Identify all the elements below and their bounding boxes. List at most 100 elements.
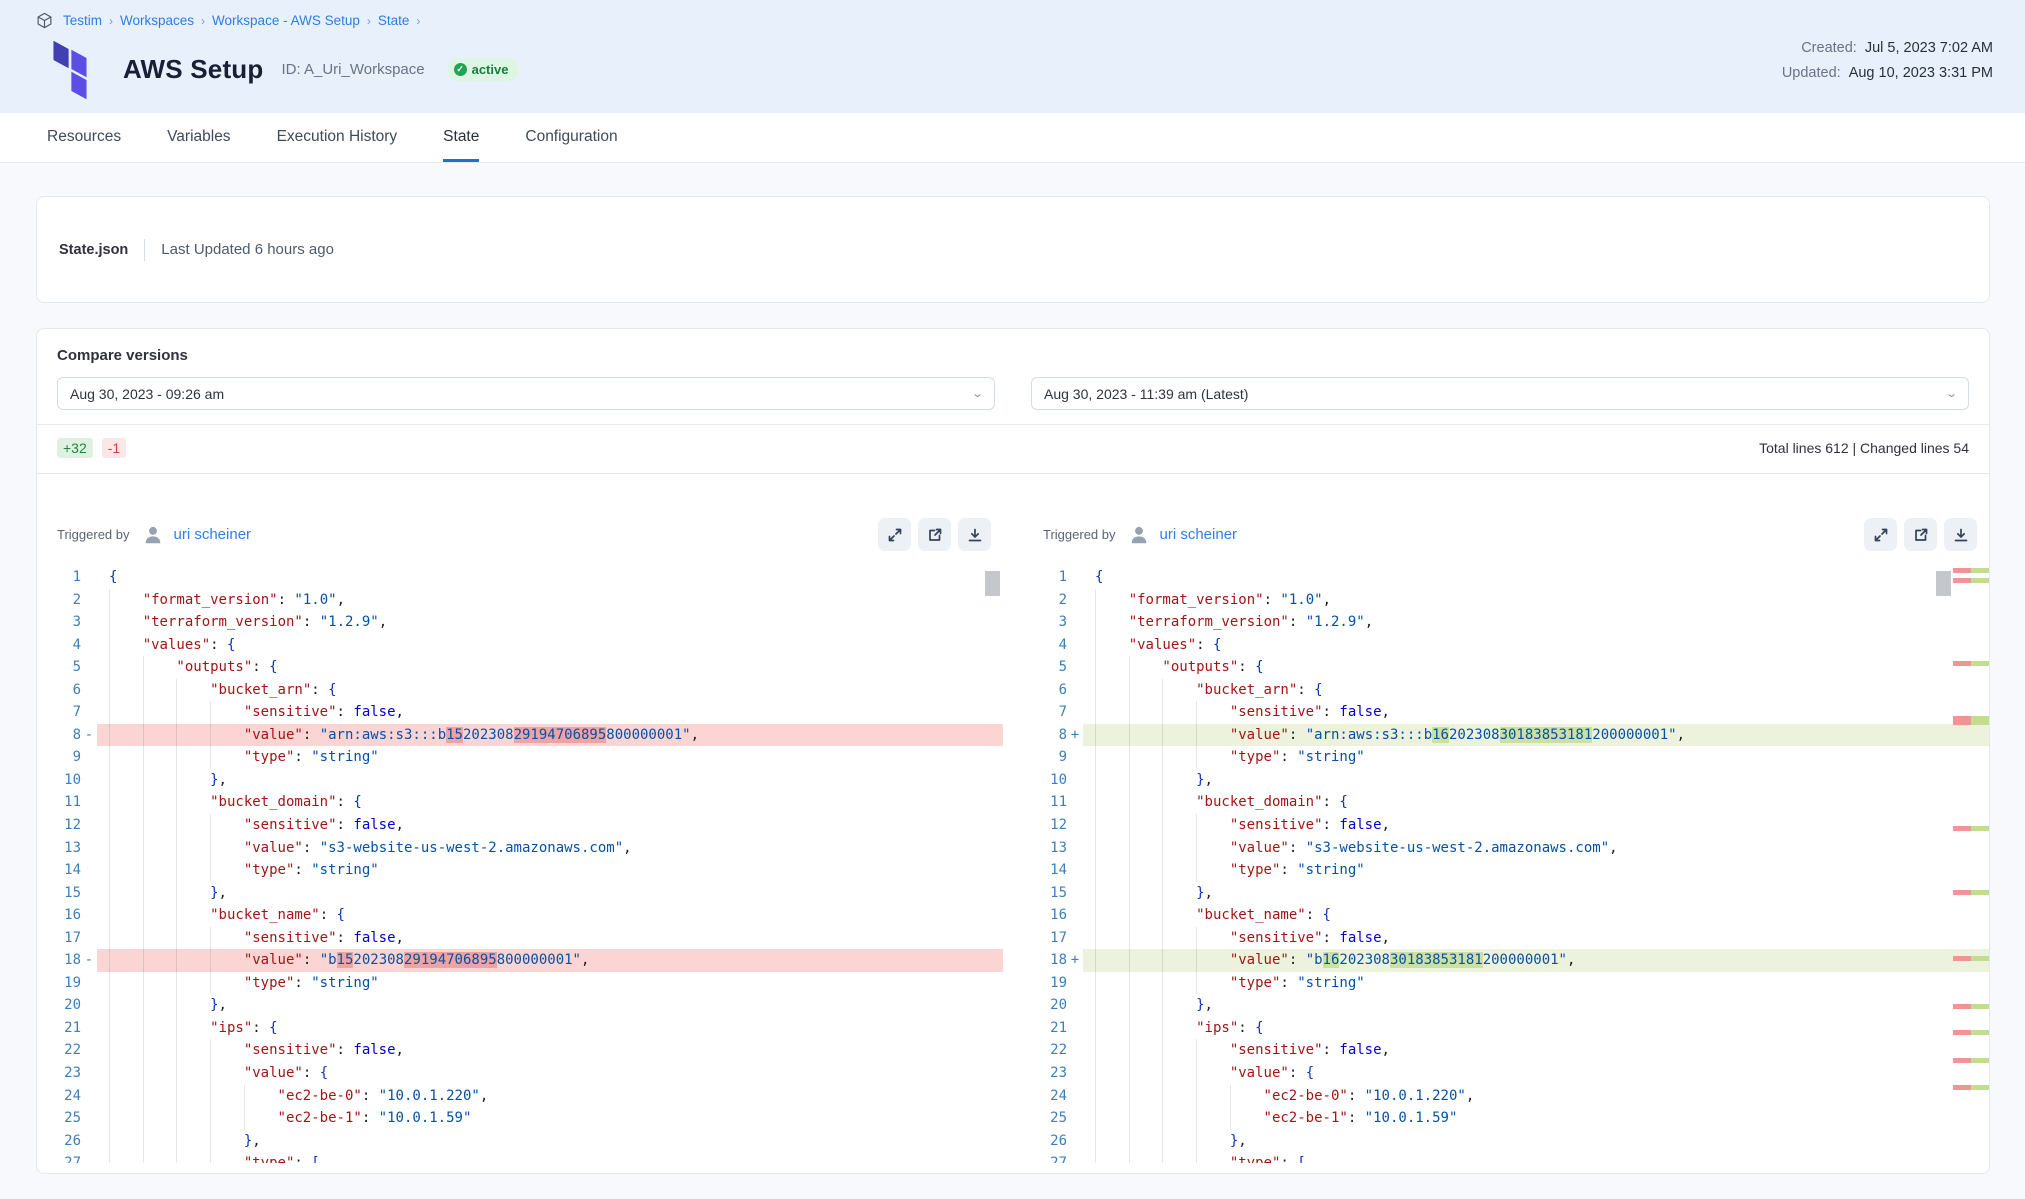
- breadcrumb-link[interactable]: State: [378, 13, 410, 28]
- tab-state[interactable]: State: [443, 113, 479, 162]
- indent-guide: [1095, 1017, 1129, 1040]
- code-line: 15},: [37, 882, 1003, 905]
- open-external-button[interactable]: [918, 518, 951, 551]
- line-number: 18: [1023, 949, 1067, 972]
- indent-guide: [210, 837, 244, 860]
- indent-guide: [1129, 972, 1163, 995]
- diff-sign: [81, 1039, 97, 1062]
- indent-guide: [176, 769, 210, 792]
- code-line: 13"value": "s3-website-us-west-2.amazona…: [37, 837, 1003, 860]
- indent-guide: [1129, 1085, 1163, 1108]
- page-title: AWS Setup: [123, 54, 263, 85]
- code-editor-right[interactable]: 1{2"format_version": "1.0",3"terraform_v…: [1023, 566, 1989, 1163]
- version-select-left[interactable]: Aug 30, 2023 - 09:26 am ⌄: [57, 377, 995, 410]
- download-button[interactable]: [1944, 518, 1977, 551]
- tab-execution-history[interactable]: Execution History: [277, 113, 398, 162]
- code-line: 16"bucket_name": {: [37, 904, 1003, 927]
- workspace-id: ID: A_Uri_Workspace: [281, 61, 424, 78]
- indent-guide: [109, 1085, 143, 1108]
- tab-resources[interactable]: Resources: [47, 113, 121, 162]
- indent-guide: [1196, 1152, 1230, 1163]
- indent-guide: [1162, 837, 1196, 860]
- diff-sign: [1067, 972, 1083, 995]
- indent-guide: [1095, 611, 1129, 634]
- version-select-right[interactable]: Aug 30, 2023 - 11:39 am (Latest) ⌄: [1031, 377, 1969, 410]
- indent-guide: [210, 1107, 244, 1130]
- indent-guide: [143, 769, 177, 792]
- line-number: 6: [37, 679, 81, 702]
- indent-guide: [1095, 1085, 1129, 1108]
- diff-sign: [1067, 1152, 1083, 1163]
- scrollbar-thumb[interactable]: [985, 571, 1000, 596]
- indent-guide: [1196, 1085, 1230, 1108]
- indent-guide: [1129, 656, 1163, 679]
- line-number: 23: [1023, 1062, 1067, 1085]
- line-number: 11: [1023, 791, 1067, 814]
- indent-guide: [1196, 949, 1230, 972]
- breadcrumb-link[interactable]: Workspaces: [120, 13, 194, 28]
- diff-totals: Total lines 612 | Changed lines 54: [1759, 440, 1969, 456]
- indent-guide: [210, 1130, 244, 1153]
- line-number: 19: [37, 972, 81, 995]
- indent-guide: [1095, 927, 1129, 950]
- expand-button[interactable]: [878, 518, 911, 551]
- code-line: 5"outputs": {: [1023, 656, 1989, 679]
- code-line: 25"ec2-be-1": "10.0.1.59": [1023, 1107, 1989, 1130]
- line-number: 13: [1023, 837, 1067, 860]
- diff-sign: [81, 1017, 97, 1040]
- indent-guide: [109, 769, 143, 792]
- indent-guide: [1196, 814, 1230, 837]
- indent-guide: [109, 1062, 143, 1085]
- diff-sign: [1067, 746, 1083, 769]
- updated-label: Updated:: [1782, 65, 1841, 81]
- indent-guide: [109, 927, 143, 950]
- indent-guide: [176, 814, 210, 837]
- code-line: 9"type": "string": [1023, 746, 1989, 769]
- external-link-icon: [1913, 527, 1929, 543]
- page-header: Testim›Workspaces›Workspace - AWS Setup›…: [0, 0, 2025, 113]
- indent-guide: [109, 949, 143, 972]
- line-number: 20: [37, 994, 81, 1017]
- code-line: 20},: [1023, 994, 1989, 1017]
- indent-guide: [143, 814, 177, 837]
- diff-sign: [81, 656, 97, 679]
- code-line: 19"type": "string": [1023, 972, 1989, 995]
- indent-guide: [176, 994, 210, 1017]
- workspace-cube-icon: [36, 12, 53, 29]
- diff-ruler-mark: [1953, 1085, 1989, 1090]
- tab-variables[interactable]: Variables: [167, 113, 230, 162]
- open-external-button[interactable]: [1904, 518, 1937, 551]
- code-editor-left[interactable]: 1{2"format_version": "1.0",3"terraform_v…: [37, 566, 1003, 1163]
- line-number: 1: [1023, 566, 1067, 589]
- terraform-logo: [47, 38, 93, 100]
- code-line: 17"sensitive": false,: [1023, 927, 1989, 950]
- line-number: 9: [37, 746, 81, 769]
- code-line: 20},: [37, 994, 1003, 1017]
- indent-guide: [143, 994, 177, 1017]
- indent-guide: [143, 724, 177, 747]
- triggered-by-label: Triggered by: [57, 527, 130, 542]
- triggered-by-user-link[interactable]: uri scheiner: [1160, 526, 1238, 543]
- code-line: 14"type": "string": [1023, 859, 1989, 882]
- diff-ruler-mark: [1953, 1030, 1989, 1035]
- indent-guide: [210, 972, 244, 995]
- diff-overview-ruler[interactable]: [1953, 566, 1989, 1163]
- created-value: Jul 5, 2023 7:02 AM: [1865, 40, 1993, 56]
- breadcrumb-link[interactable]: Workspace - AWS Setup: [212, 13, 360, 28]
- line-number: 6: [1023, 679, 1067, 702]
- breadcrumb-link[interactable]: Testim: [63, 13, 102, 28]
- scrollbar-thumb[interactable]: [1936, 571, 1951, 596]
- line-number: 2: [1023, 589, 1067, 612]
- indent-guide: [143, 882, 177, 905]
- code-line: 10},: [37, 769, 1003, 792]
- line-number: 10: [37, 769, 81, 792]
- indent-guide: [1162, 814, 1196, 837]
- tab-configuration[interactable]: Configuration: [525, 113, 617, 162]
- download-button[interactable]: [958, 518, 991, 551]
- diff-ruler-mark: [1953, 956, 1989, 961]
- diff-sign: [81, 972, 97, 995]
- indent-guide: [143, 1085, 177, 1108]
- diff-sign: [81, 701, 97, 724]
- triggered-by-user-link[interactable]: uri scheiner: [174, 526, 252, 543]
- expand-button[interactable]: [1864, 518, 1897, 551]
